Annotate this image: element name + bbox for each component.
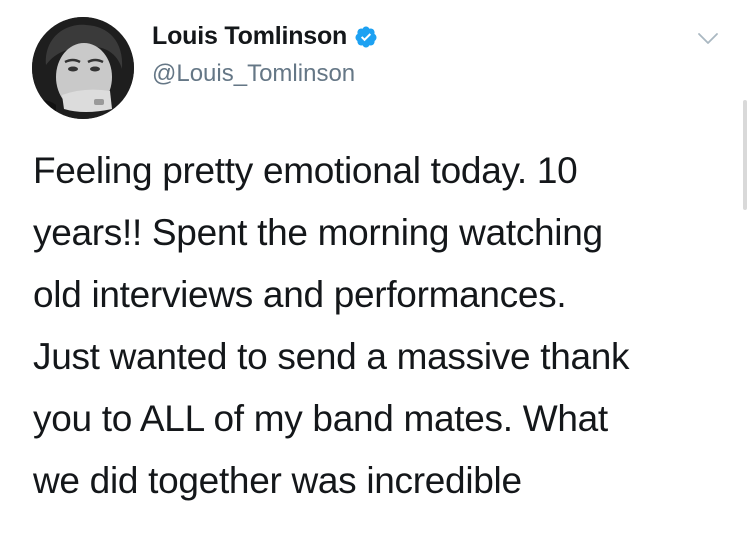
author-handle[interactable]: @Louis_Tomlinson [152, 60, 355, 88]
tweet-text: Feeling pretty emotional today. 10 years… [33, 150, 630, 501]
scrollbar[interactable] [743, 100, 747, 210]
avatar[interactable] [32, 17, 134, 119]
author-name-row[interactable]: Louis Tomlinson [152, 22, 378, 51]
verified-badge-icon [355, 26, 377, 47]
chevron-down-icon[interactable] [696, 27, 720, 51]
avatar-photo [32, 17, 134, 119]
tweet-card: Louis Tomlinson @Louis_Tomlinson Feeling… [0, 0, 750, 534]
author-display-name[interactable]: Louis Tomlinson [152, 22, 347, 51]
